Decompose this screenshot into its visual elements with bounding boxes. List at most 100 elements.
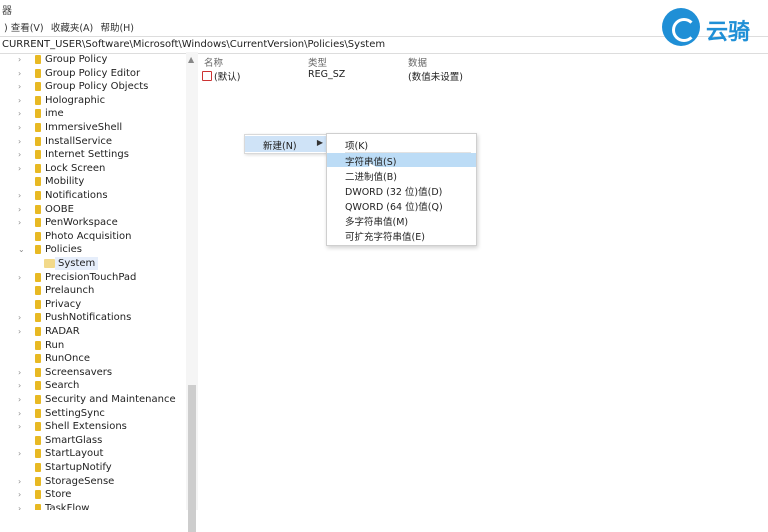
folder-icon: [35, 272, 41, 282]
expand-chevron-icon[interactable]: ›: [18, 420, 28, 433]
tree-item[interactable]: › Group Policy Editor: [0, 67, 186, 81]
tree-item[interactable]: › Shell Extensions: [0, 420, 186, 434]
expand-chevron-icon[interactable]: ›: [18, 502, 28, 510]
tree-item[interactable]: › Security and Maintenance: [0, 393, 186, 407]
tree-item-label: Holographic: [45, 94, 106, 106]
tree-item[interactable]: › StartLayout: [0, 447, 186, 461]
tree-item[interactable]: › RADAR: [0, 325, 186, 339]
context-menu-new[interactable]: 新建(N) ▶: [245, 136, 327, 152]
folder-icon: [35, 395, 41, 404]
expand-chevron-icon[interactable]: ›: [18, 53, 28, 66]
tree-item[interactable]: › Screensavers: [0, 366, 186, 380]
tree-item[interactable]: › Internet Settings: [0, 148, 186, 162]
window-title: 器: [2, 6, 12, 17]
tree-item-label: PushNotifications: [45, 312, 132, 324]
folder-icon: [35, 204, 41, 214]
expand-chevron-icon[interactable]: ›: [18, 393, 28, 406]
tree-item[interactable]: Prelaunch: [0, 284, 186, 298]
tree-scrollbar[interactable]: ▲: [186, 52, 198, 532]
expand-chevron-icon[interactable]: ›: [18, 94, 28, 107]
tree-item[interactable]: › Group Policy Objects: [0, 80, 186, 94]
submenu-item[interactable]: DWORD (32 位)值(D): [327, 183, 476, 198]
expand-chevron-icon[interactable]: ›: [18, 379, 28, 392]
submenu-item[interactable]: 多字符串值(M): [327, 213, 476, 228]
context-menu-new-label: 新建(N): [263, 141, 297, 152]
expand-chevron-icon[interactable]: ›: [18, 148, 28, 161]
expand-chevron-icon[interactable]: ›: [18, 311, 28, 324]
tree-item[interactable]: Run: [0, 339, 186, 353]
menu-favorites[interactable]: 收藏夹(A): [51, 20, 93, 34]
menu-view[interactable]: ) 查看(V): [4, 20, 44, 34]
expand-chevron-icon[interactable]: ›: [18, 67, 28, 80]
submenu-item[interactable]: 项(K): [327, 137, 476, 152]
column-header-type[interactable]: 类型: [308, 55, 327, 69]
expand-chevron-icon[interactable]: ›: [18, 407, 28, 420]
tree-item[interactable]: Mobility: [0, 175, 186, 189]
tree-item[interactable]: › PenWorkspace: [0, 216, 186, 230]
tree-item[interactable]: › TaskFlow: [0, 502, 186, 510]
tree-item[interactable]: › SettingSync: [0, 407, 186, 421]
collapse-chevron-icon[interactable]: ⌄: [18, 243, 28, 256]
expand-chevron-icon[interactable]: ›: [18, 366, 28, 379]
tree-item[interactable]: › Notifications: [0, 189, 186, 203]
expand-chevron-icon[interactable]: ›: [18, 271, 28, 284]
tree-item[interactable]: › PrecisionTouchPad: [0, 271, 186, 285]
tree-item[interactable]: ⌄ Policies: [0, 243, 186, 257]
folder-icon: [35, 463, 41, 472]
tree-item-label: Prelaunch: [45, 285, 95, 297]
tree-item[interactable]: SmartGlass: [0, 434, 186, 448]
tree-item[interactable]: RunOnce: [0, 352, 186, 366]
tree-item[interactable]: › Group Policy: [0, 53, 186, 67]
submenu-item[interactable]: 二进制值(B): [327, 168, 476, 183]
tree-item-label: Security and Maintenance: [45, 394, 176, 405]
submenu-item[interactable]: 字符串值(S): [327, 153, 476, 168]
tree-item-label: InstallService: [45, 135, 113, 147]
tree-item[interactable]: › Store: [0, 488, 186, 502]
submenu-item[interactable]: QWORD (64 位)值(Q): [327, 198, 476, 213]
tree-item[interactable]: › ime: [0, 107, 186, 121]
tree-item[interactable]: Privacy: [0, 298, 186, 312]
expand-chevron-icon[interactable]: ›: [18, 135, 28, 148]
address-path[interactable]: CURRENT_USER\Software\Microsoft\Windows\…: [2, 39, 385, 50]
expand-chevron-icon[interactable]: ›: [18, 488, 28, 501]
menu-help[interactable]: 帮助(H): [100, 20, 134, 34]
tree-item-label: Shell Extensions: [45, 421, 127, 433]
tree-item[interactable]: › PushNotifications: [0, 311, 186, 325]
folder-icon: [35, 123, 41, 132]
tree-item[interactable]: › ImmersiveShell: [0, 121, 186, 135]
tree-item[interactable]: System: [0, 257, 186, 271]
expand-chevron-icon[interactable]: ›: [18, 475, 28, 488]
scroll-up-arrow-icon[interactable]: ▲: [188, 55, 194, 64]
tree-item-label: Photo Acquisition: [45, 230, 132, 242]
value-name[interactable]: (默认): [202, 69, 240, 83]
tree-item-label: Search: [45, 380, 80, 392]
expand-chevron-icon[interactable]: ›: [18, 162, 28, 175]
value-data: (数值未设置): [408, 72, 463, 83]
column-header-data[interactable]: 数据: [408, 55, 427, 69]
expand-chevron-icon[interactable]: ›: [18, 107, 28, 120]
tree-item-label: ime: [45, 108, 64, 120]
expand-chevron-icon[interactable]: ›: [18, 80, 28, 93]
tree-item[interactable]: › InstallService: [0, 135, 186, 149]
expand-chevron-icon[interactable]: ›: [18, 447, 28, 460]
tree-item-label: StartupNotify: [45, 462, 112, 473]
tree-item[interactable]: › Holographic: [0, 94, 186, 108]
column-header-name[interactable]: 名称: [204, 55, 223, 69]
submenu-item[interactable]: 可扩充字符串值(E): [327, 228, 476, 243]
folder-icon: [35, 408, 41, 418]
tree-item[interactable]: StartupNotify: [0, 461, 186, 475]
tree-item-label: Store: [45, 489, 72, 501]
context-menu: 新建(N) ▶: [244, 134, 328, 154]
tree-item[interactable]: › Search: [0, 379, 186, 393]
expand-chevron-icon[interactable]: ›: [18, 216, 28, 229]
expand-chevron-icon[interactable]: ›: [18, 203, 28, 216]
expand-chevron-icon[interactable]: ›: [18, 121, 28, 134]
tree-item[interactable]: › StorageSense: [0, 475, 186, 489]
tree-item[interactable]: › OOBE: [0, 203, 186, 217]
tree-item[interactable]: Photo Acquisition: [0, 230, 186, 244]
expand-chevron-icon[interactable]: ›: [18, 189, 28, 202]
values-pane[interactable]: 名称 类型 数据 (默认) REG_SZ (数值未设置): [198, 52, 768, 510]
expand-chevron-icon[interactable]: ›: [18, 325, 28, 338]
tree-item[interactable]: › Lock Screen: [0, 162, 186, 176]
folder-icon: [35, 55, 41, 64]
